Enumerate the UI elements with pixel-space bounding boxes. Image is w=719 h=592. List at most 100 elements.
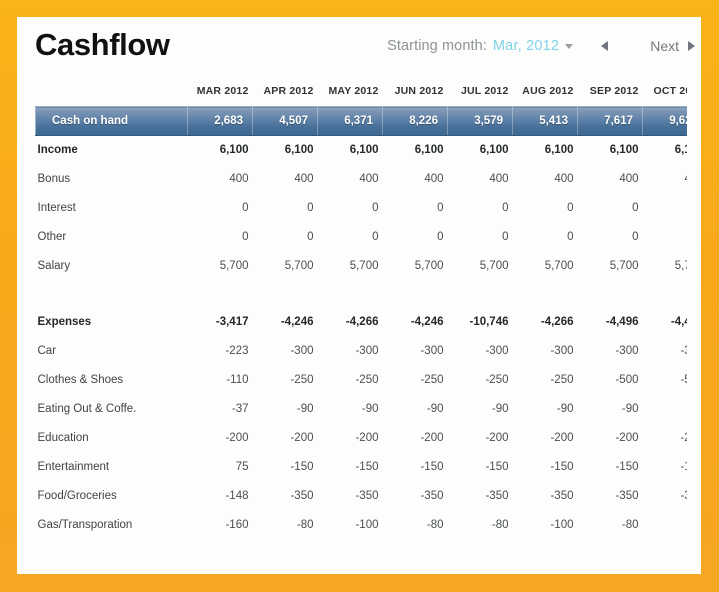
table-cell: -350 [680, 490, 687, 502]
cashflow-table: MAR 2012 APR 2012 MAY 2012 JUN 2012 JUL 2012… [35, 85, 687, 540]
table-cell: 6,100 [544, 144, 574, 157]
table-cell: 0 [242, 202, 249, 214]
table-cell: 5,700 [219, 260, 249, 272]
table-row[interactable]: Expenses -3,417 -4,246 -4,266 -4,246 -10,746 -… [36, 308, 688, 337]
table-cell: 400 [424, 173, 444, 185]
cash-on-hand-cell: 6,371 [317, 106, 383, 136]
orange-page-frame: Cashflow Starting month: Mar, 2012 Next [0, 0, 719, 592]
table-cell: -80 [491, 519, 509, 531]
table-cell: 5,700 [284, 260, 314, 272]
table-cell: -200 [615, 432, 639, 444]
table-cell: 0 [307, 231, 314, 243]
table-row[interactable]: Gas/Transporation -160 -80 -100 -80 -80 -100 -8… [36, 511, 688, 540]
table-cell: -350 [485, 490, 509, 502]
chevron-down-icon [565, 43, 574, 49]
table-cell: -300 [550, 345, 574, 357]
table-cell: 400 [554, 173, 574, 185]
starting-month-dropdown[interactable]: Mar, 2012 [493, 38, 574, 54]
table-row[interactable]: Interest00000000 [36, 194, 688, 223]
row-label: Gas/Transporation [37, 519, 133, 531]
table-cell: -10,746 [469, 316, 509, 328]
table-cell: -150 [355, 461, 379, 473]
table-cell: 400 [229, 173, 249, 185]
table-cell: -80 [643, 511, 688, 540]
table-cell: 400 [359, 173, 379, 185]
table-cell: 75 [235, 461, 249, 473]
cash-on-hand-cell: 7,617 [577, 106, 643, 136]
table-row[interactable]: Entertainment 75 -150 -150 -150 -150 -150 -150 -… [36, 453, 688, 482]
column-header-month: APR 2012 [263, 85, 314, 97]
table-cell: -350 [420, 490, 444, 502]
table-body: Cash on hand 2,683 4,507 6,371 8,226 3,579 5,4… [35, 106, 688, 540]
triangle-right-icon [688, 41, 695, 51]
table-cell: -80 [296, 519, 314, 531]
column-header-row: MAR 2012 APR 2012 MAY 2012 JUN 2012 JUL 2012… [36, 85, 687, 107]
row-label: Income [37, 144, 78, 157]
table-cell: 5,700 [349, 260, 379, 272]
table-cell: 6,100 [349, 144, 379, 157]
table-cell: -3,417 [215, 316, 249, 328]
table-cell: -200 [550, 432, 574, 444]
table-cell: -148 [225, 490, 249, 502]
table-cell: 400 [643, 165, 687, 194]
table-row[interactable]: Income 6,100 6,100 6,100 6,100 6,100 6,100 6,10… [36, 136, 688, 165]
table-cell: 6,100 [284, 144, 314, 157]
table-cell: -223 [225, 345, 249, 357]
cashflow-page: Cashflow Starting month: Mar, 2012 Next [17, 17, 701, 574]
row-label: Car [37, 345, 57, 357]
table-cell: -37 [231, 403, 249, 415]
row-label: Salary [37, 260, 71, 272]
table-cell: 400 [619, 173, 639, 185]
table-row[interactable]: Clothes & Shoes -110 -250 -250 -250 -250 -250 -… [36, 366, 688, 395]
table-cell: -4,496 [605, 316, 639, 328]
table-cell: -150 [615, 461, 639, 473]
cashflow-table-container: MAR 2012 APR 2012 MAY 2012 JUN 2012 JUL 2012… [35, 85, 687, 574]
cash-on-hand-row[interactable]: Cash on hand 2,683 4,507 6,371 8,226 3,579 5,4… [35, 106, 687, 136]
table-cell: -300 [615, 345, 639, 357]
table-cell: 0 [567, 231, 574, 243]
table-cell: -300 [355, 345, 379, 357]
table-cell: -90 [426, 403, 444, 415]
table-row[interactable]: Education -200 -200 -200 -200 -200 -200 -200 -20… [36, 424, 688, 453]
table-cell: 6,100 [609, 144, 639, 157]
table-cell: -300 [290, 345, 314, 357]
table-cell: -4,246 [410, 316, 444, 328]
table-cell: 6,100 [479, 144, 509, 157]
next-button[interactable]: Next [650, 38, 695, 54]
table-row[interactable]: Eating Out & Coffe. -37 -90 -90 -90 -90 -90 -90… [36, 395, 688, 424]
triangle-left-icon[interactable] [601, 41, 609, 51]
spacer-cell [36, 281, 688, 308]
table-cell: -300 [485, 345, 509, 357]
table-cell: 0 [643, 194, 688, 223]
table-cell: -4,266 [540, 316, 574, 328]
row-label: Eating Out & Coffe. [37, 403, 137, 415]
table-cell: -500 [615, 374, 639, 386]
row-label: Cash on hand [35, 106, 188, 136]
table-row[interactable]: Other00000000 [36, 223, 688, 252]
table-row[interactable]: Car -223 -300 -300 -300 -300 -300 -300 -300 [36, 337, 688, 366]
table-row[interactable]: Food/Groceries -148 -350 -350 -350 -350 -350 -3… [36, 482, 688, 511]
table-row[interactable]: Salary 5,700 5,700 5,700 5,700 5,700 5,700 5,70… [36, 252, 688, 281]
table-cell: 400 [294, 173, 314, 185]
table-head: MAR 2012 APR 2012 MAY 2012 JUN 2012 JUL 2012… [36, 85, 687, 107]
table-cell: 0 [632, 202, 639, 214]
table-cell: -100 [550, 519, 574, 531]
row-label: Bonus [37, 173, 71, 185]
spacer-row [36, 281, 688, 308]
table-cell: -250 [420, 374, 444, 386]
table-cell: 0 [632, 231, 639, 243]
table-cell: 0 [372, 202, 379, 214]
cash-on-hand-cell: 4,507 [252, 106, 318, 136]
table-cell: -90 [556, 403, 574, 415]
table-cell: -90 [643, 395, 688, 424]
table-cell: -80 [426, 519, 444, 531]
table-cell: -350 [355, 490, 379, 502]
header-controls: Starting month: Mar, 2012 Next [387, 35, 695, 57]
table-cell: 0 [437, 202, 444, 214]
table-cell: -100 [355, 519, 379, 531]
table-row[interactable]: Bonus 400 400 400 400 400 400 400 400 [36, 165, 688, 194]
table-cell: -350 [550, 490, 574, 502]
table-cell: -80 [621, 519, 639, 531]
column-header-month: OCT 2012 [653, 85, 687, 97]
table-cell: 0 [372, 231, 379, 243]
